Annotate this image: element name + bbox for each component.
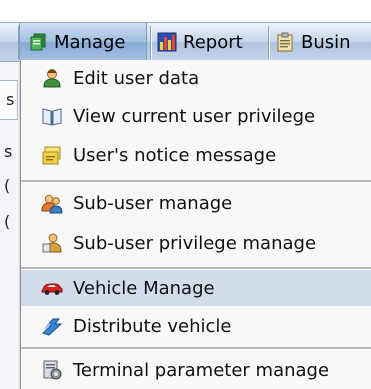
menu-item-sub-user-privilege[interactable]: Sub-user privilege manage <box>21 225 371 261</box>
book-icon <box>41 105 63 127</box>
background-tab-letter: s <box>6 90 15 109</box>
menu-report-label: Report <box>183 31 243 53</box>
menu-item-view-privilege[interactable]: View current user privilege <box>21 98 371 134</box>
notice-note-icon <box>41 144 63 166</box>
report-chart-icon <box>157 32 177 52</box>
menu-business-label: Busin <box>301 31 351 53</box>
menu-divider <box>21 180 371 183</box>
menu-item-label: Sub-user manage <box>73 192 233 214</box>
menu-item-label: Edit user data <box>73 67 200 89</box>
background-text: ( <box>4 176 11 195</box>
menu-divider <box>21 347 371 350</box>
menubar-divider <box>150 26 151 59</box>
background-tab[interactable]: s <box>0 80 18 120</box>
menu-item-label: Vehicle Manage <box>73 277 215 299</box>
users-group-icon <box>41 192 63 214</box>
menubar-divider <box>268 26 269 59</box>
terminal-settings-icon <box>41 359 63 381</box>
background-text: s <box>4 142 13 161</box>
user-edit-icon <box>41 67 63 89</box>
car-icon <box>41 277 63 299</box>
menu-item-notice-message[interactable]: User's notice message <box>21 137 371 173</box>
menu-item-label: View current user privilege <box>73 105 316 127</box>
distribute-arrows-icon <box>41 315 63 337</box>
menu-business[interactable]: Busin <box>275 23 371 61</box>
manage-dropdown-menu: Edit user data View current user privile… <box>20 60 371 389</box>
menu-item-vehicle-manage[interactable]: Vehicle Manage <box>21 270 371 306</box>
menu-item-label: Terminal parameter manage <box>73 359 330 381</box>
menu-item-label: Distribute vehicle <box>73 315 232 337</box>
menu-manage-label: Manage <box>54 31 126 53</box>
menu-item-terminal-parameter[interactable]: Terminal parameter manage <box>21 352 371 388</box>
top-menubar: Manage Report Busin <box>0 22 371 62</box>
menu-item-distribute-vehicle[interactable]: Distribute vehicle <box>21 308 371 344</box>
menu-item-edit-user-data[interactable]: Edit user data <box>21 60 371 96</box>
clipboard-icon <box>275 32 295 52</box>
menu-item-label: User's notice message <box>73 144 277 166</box>
background-text: ( <box>4 212 11 231</box>
manage-icon <box>28 32 48 52</box>
user-privilege-icon <box>41 232 63 254</box>
menu-item-label: Sub-user privilege manage <box>73 232 317 254</box>
menu-manage[interactable]: Manage <box>19 23 147 61</box>
menu-report[interactable]: Report <box>157 23 263 61</box>
menu-item-sub-user-manage[interactable]: Sub-user manage <box>21 185 371 221</box>
